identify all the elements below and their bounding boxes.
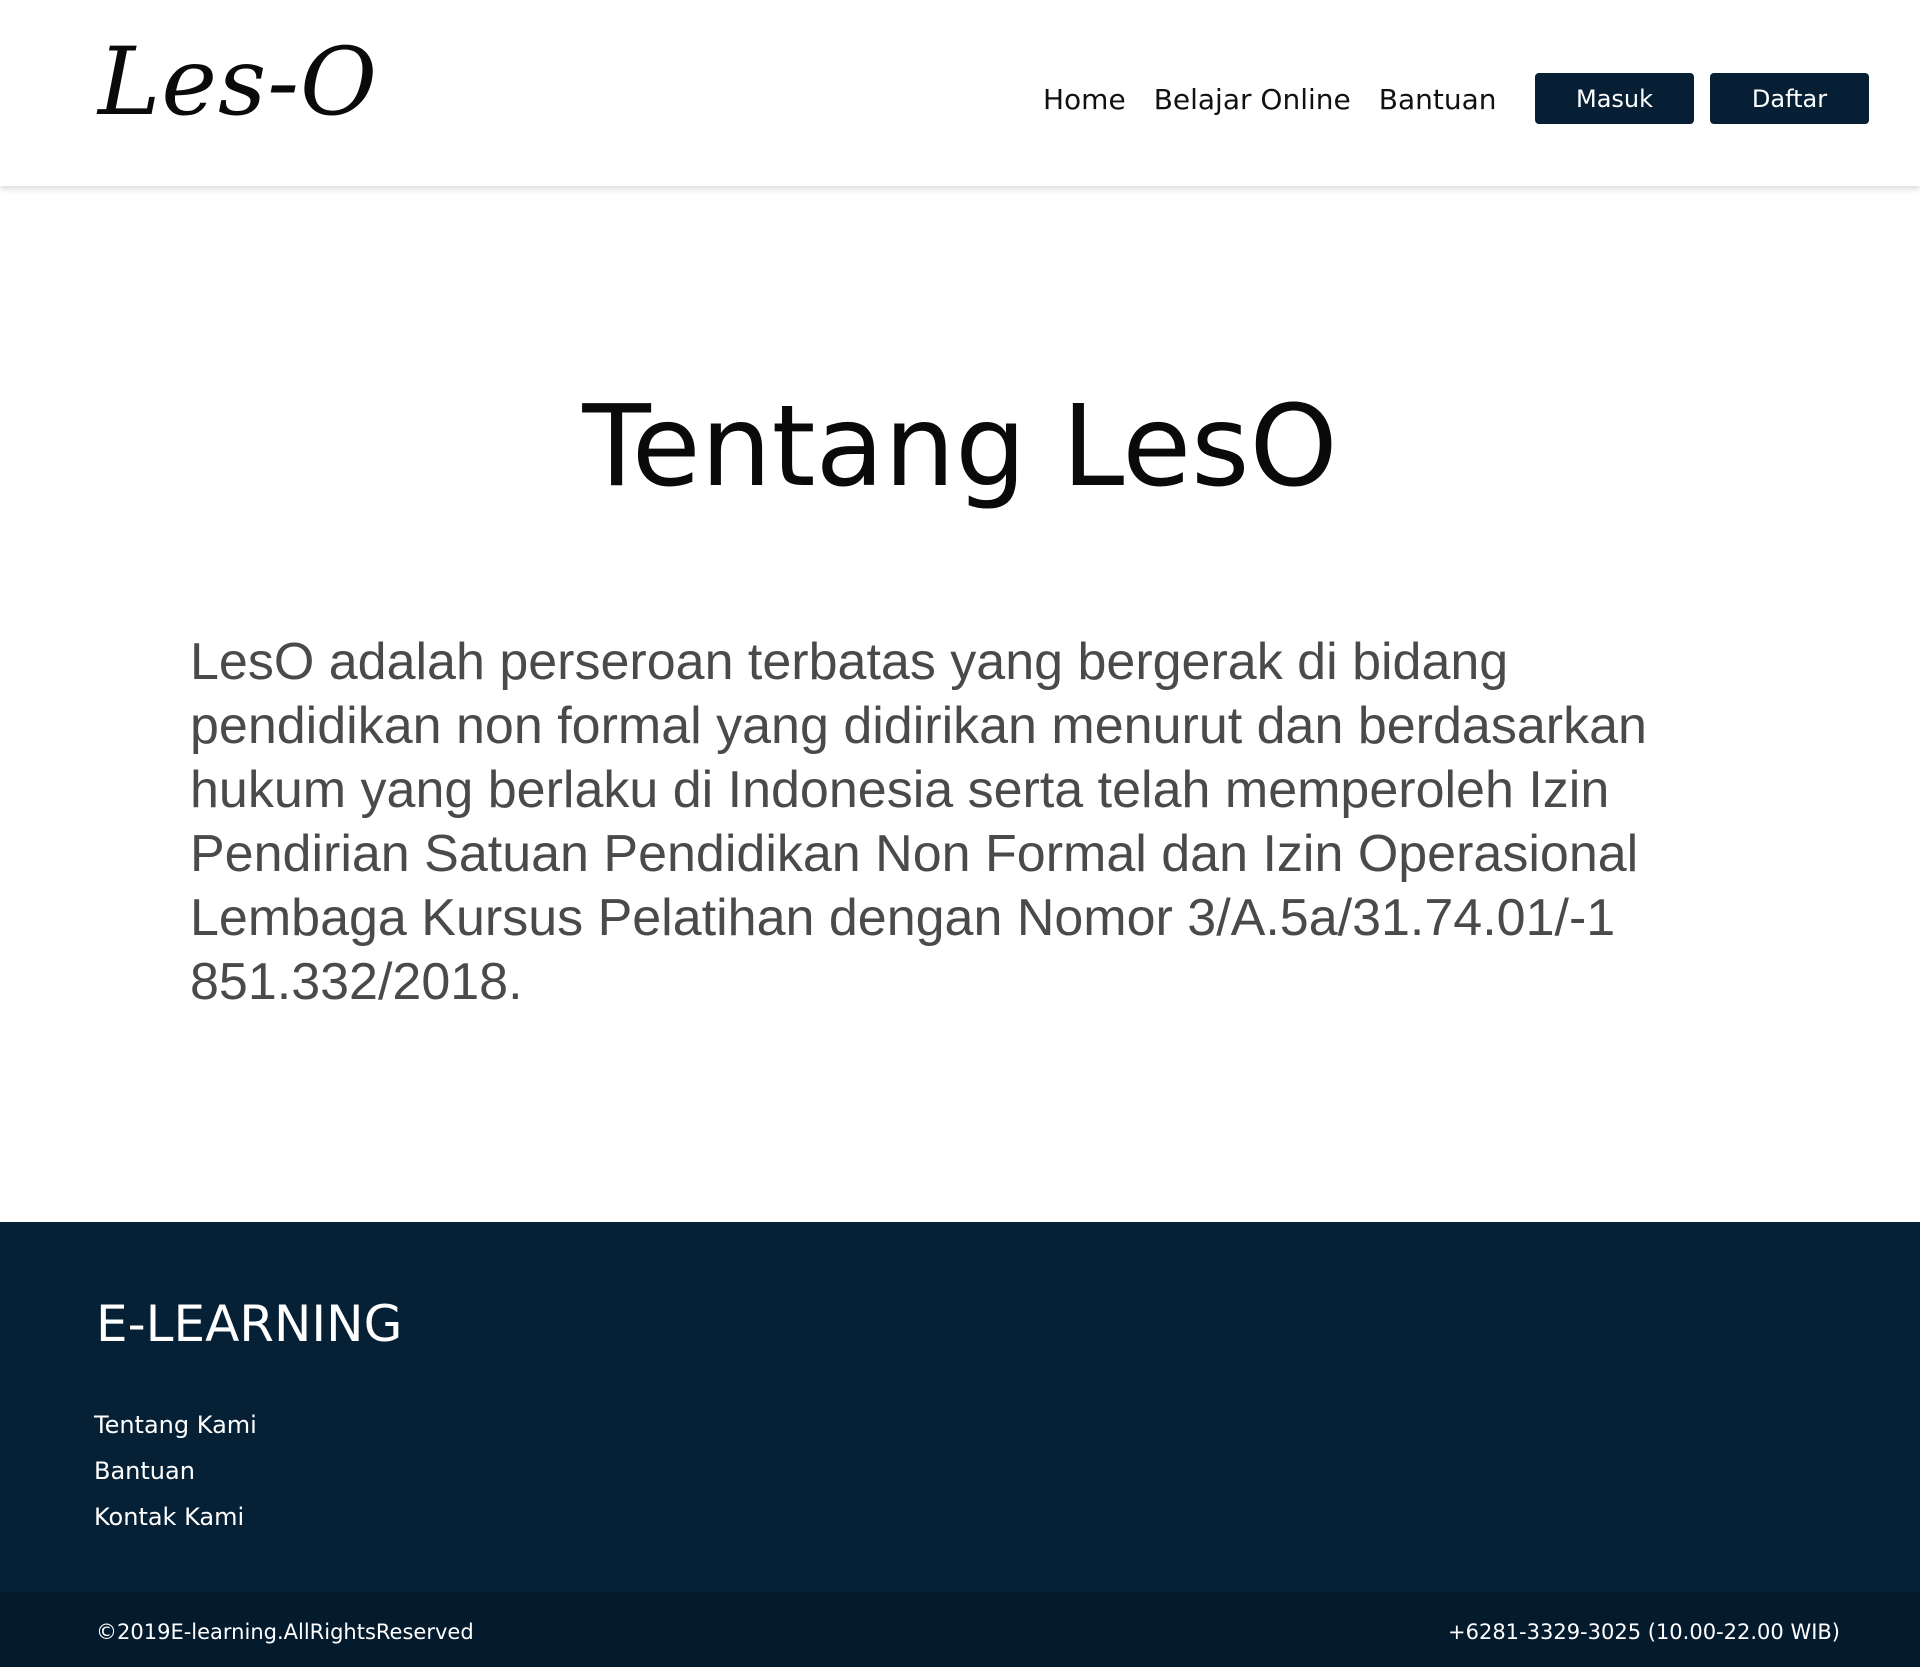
- site-header: Les-O Home Belajar Online Bantuan Masuk …: [0, 0, 1920, 186]
- contact-phone-text: +6281-3329-3025 (10.00-22.00 WIB): [1448, 1620, 1840, 1644]
- copyright-text: ©2019E-learning.AllRightsReserved: [96, 1620, 474, 1644]
- nav-home-link[interactable]: Home: [1043, 81, 1126, 119]
- footer-links: Tentang Kami Bantuan Kontak Kami: [94, 1402, 257, 1540]
- nav-belajar-online-link[interactable]: Belajar Online: [1154, 81, 1351, 119]
- footer-link-bantuan[interactable]: Bantuan: [94, 1448, 257, 1494]
- login-button[interactable]: Masuk: [1535, 73, 1694, 124]
- about-description: LesO adalah perseroan terbatas yang berg…: [190, 633, 1647, 1011]
- footer-link-kontak-kami[interactable]: Kontak Kami: [94, 1494, 257, 1540]
- nav-bantuan-link[interactable]: Bantuan: [1379, 81, 1497, 119]
- site-footer: E-LEARNING Tentang Kami Bantuan Kontak K…: [0, 1222, 1920, 1667]
- site-logo[interactable]: Les-O: [98, 36, 378, 130]
- page-title: Tentang LesO: [582, 382, 1338, 512]
- footer-bottom-bar: ©2019E-learning.AllRightsReserved +6281-…: [0, 1592, 1920, 1667]
- register-button[interactable]: Daftar: [1710, 73, 1869, 124]
- footer-brand: E-LEARNING: [96, 1295, 403, 1353]
- main-nav: Home Belajar Online Bantuan: [1043, 81, 1496, 119]
- footer-link-tentang-kami[interactable]: Tentang Kami: [94, 1402, 257, 1448]
